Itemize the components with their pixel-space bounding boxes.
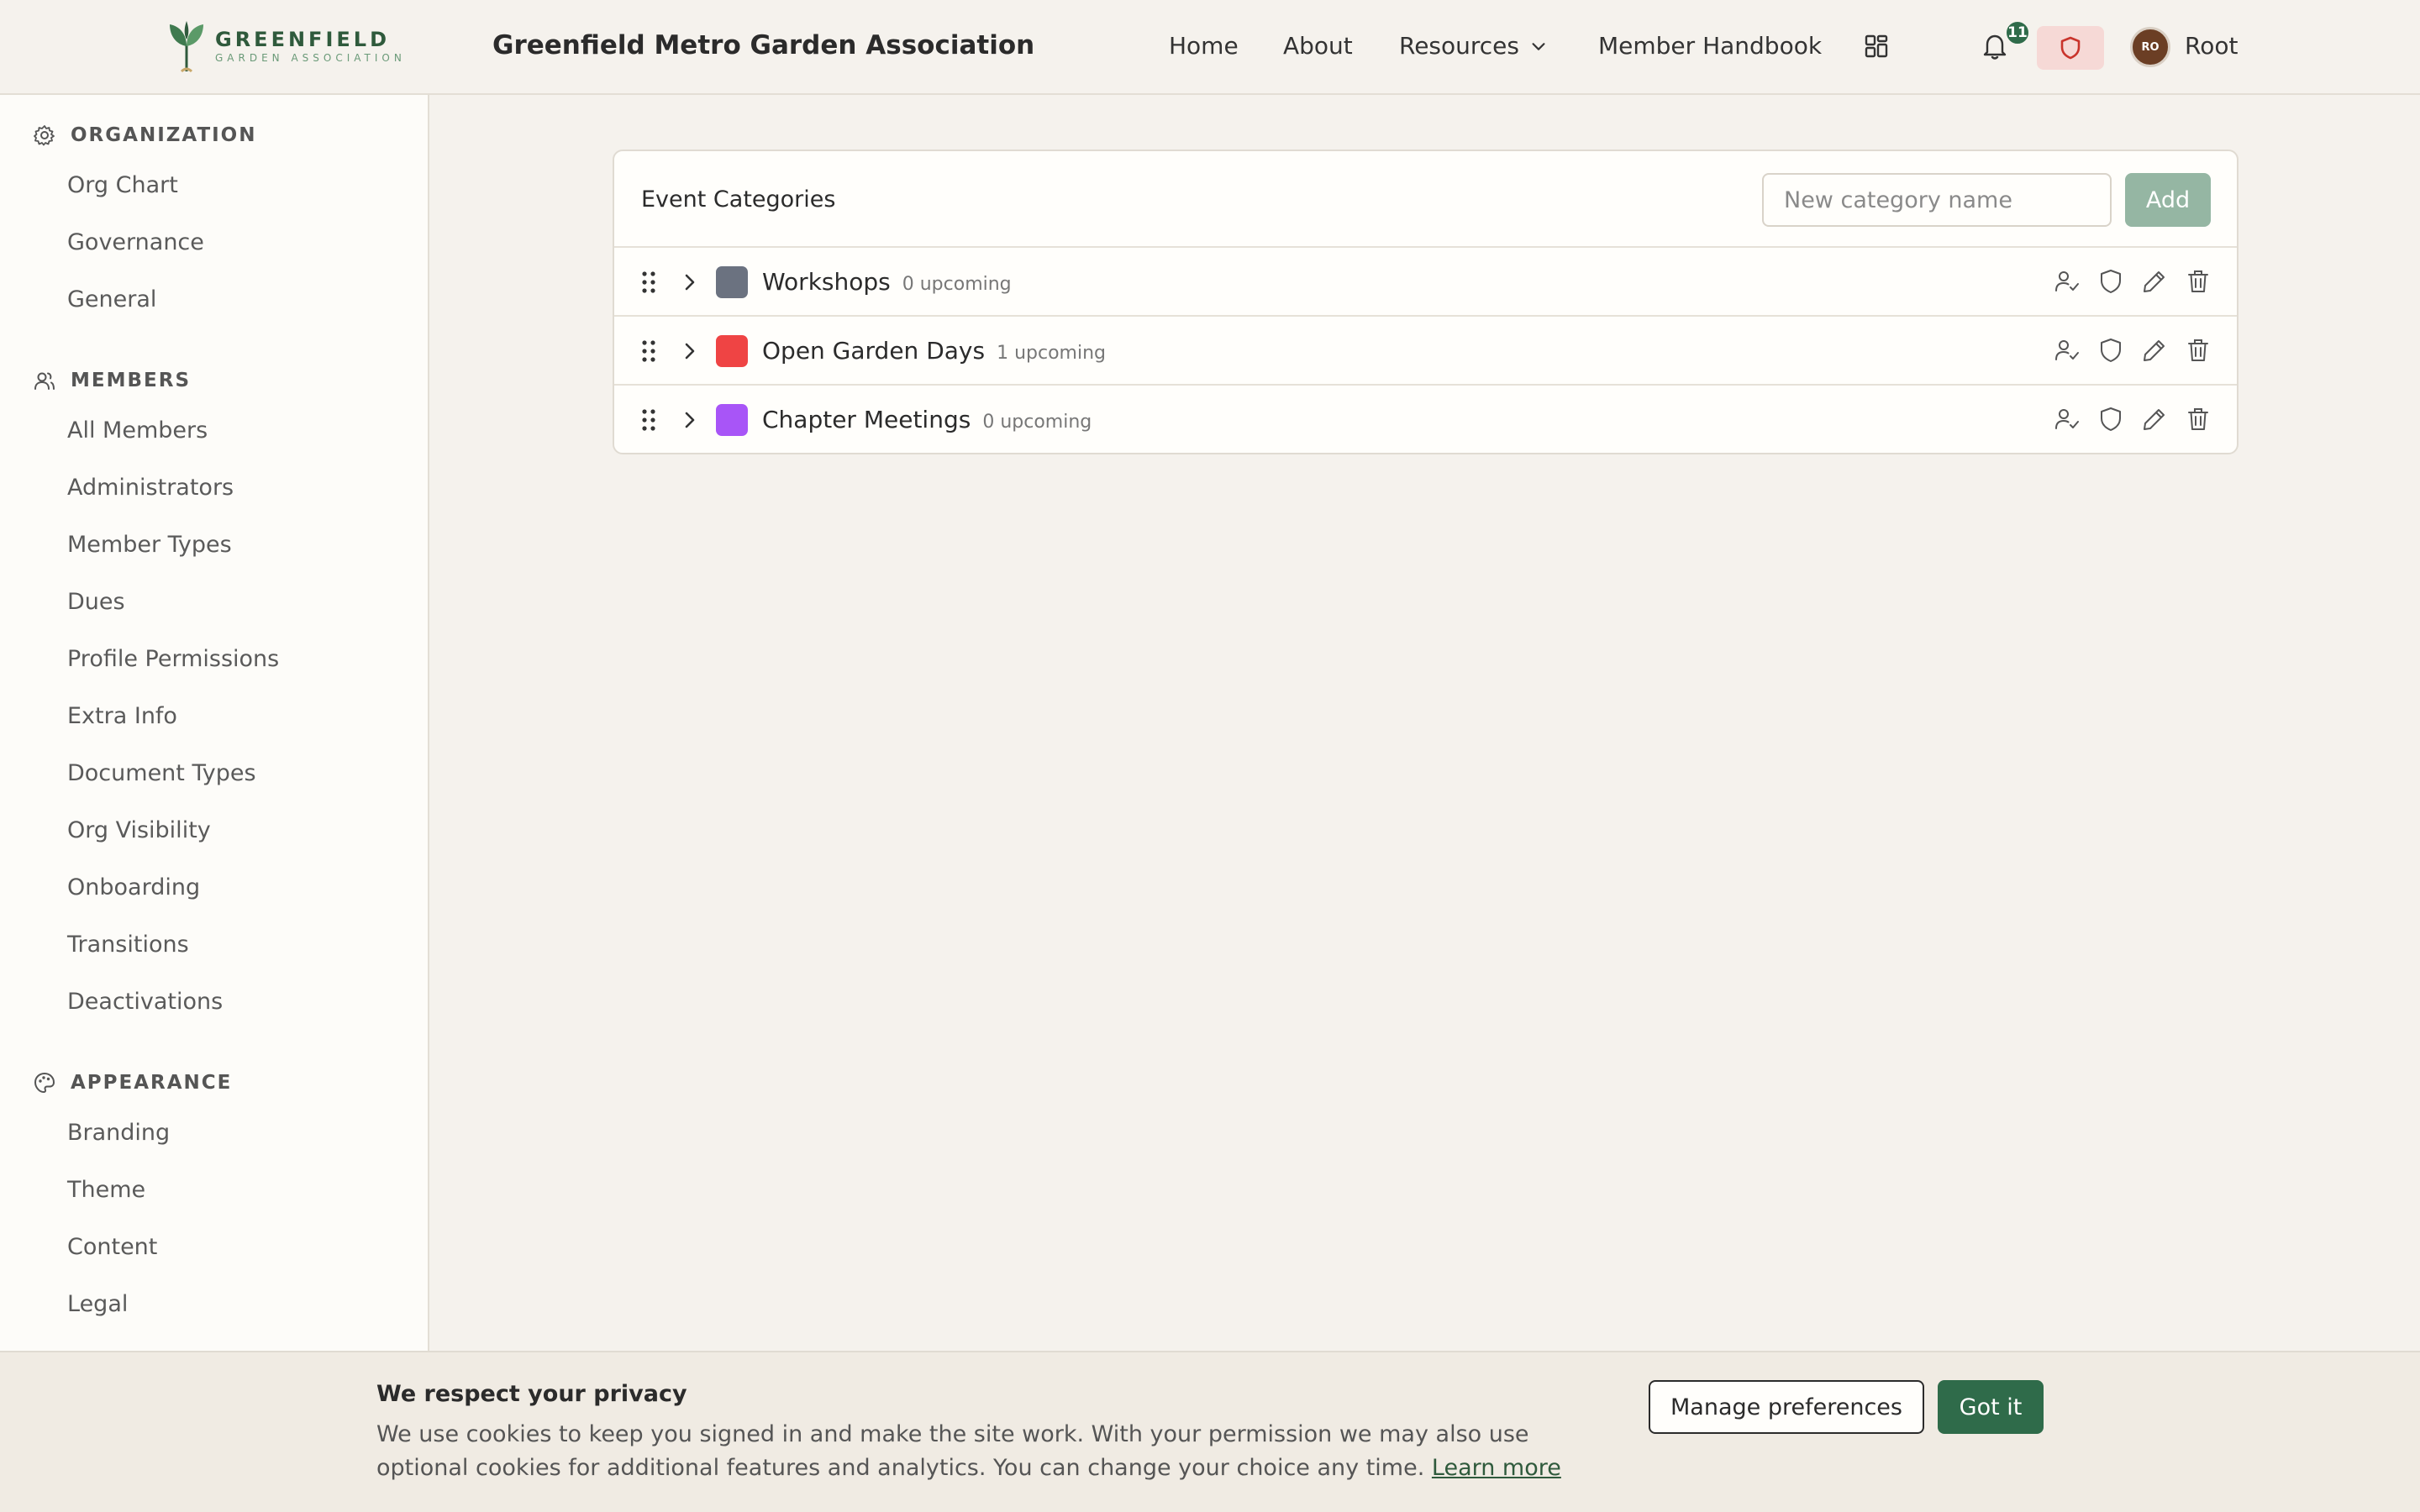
sidebar-item-org-chart[interactable]: Org Chart xyxy=(67,172,178,198)
user-check-icon[interactable] xyxy=(2054,337,2081,364)
sidebar-section-label: APPEARANCE xyxy=(71,1072,233,1094)
category-upcoming-count: 0 upcoming xyxy=(982,412,1092,433)
shield-icon[interactable] xyxy=(2097,406,2124,433)
admin-shield-button[interactable] xyxy=(2037,26,2104,70)
shield-icon xyxy=(2060,36,2081,60)
category-color-swatch[interactable] xyxy=(716,335,748,367)
sidebar-item-governance[interactable]: Governance xyxy=(67,229,204,255)
nav-about[interactable]: About xyxy=(1283,32,1353,60)
sidebar-item-member-types[interactable]: Member Types xyxy=(67,532,232,558)
drag-handle-icon[interactable] xyxy=(639,270,658,295)
category-name-text: Workshops xyxy=(762,268,891,296)
category-row: Workshops 0 upcoming xyxy=(614,248,2237,317)
sidebar-section-label: MEMBERS xyxy=(71,370,192,391)
chevron-right-icon[interactable] xyxy=(678,270,702,295)
sidebar-item-general[interactable]: General xyxy=(67,286,156,312)
sidebar-item-theme[interactable]: Theme xyxy=(67,1177,145,1203)
app-title: Greenfield Metro Garden Association xyxy=(492,30,1035,60)
top-header: GREENFIELD GARDEN ASSOCIATION Greenfield… xyxy=(0,0,2420,95)
sidebar: ORGANIZATION Org Chart Governance Genera… xyxy=(0,95,429,1351)
pencil-icon[interactable] xyxy=(2141,337,2168,364)
category-color-swatch[interactable] xyxy=(716,266,748,298)
logo-wordmark: GREENFIELD xyxy=(215,28,390,51)
accept-cookies-button[interactable]: Got it xyxy=(1938,1380,2044,1434)
sidebar-item-onboarding[interactable]: Onboarding xyxy=(67,874,200,900)
nav-member-handbook[interactable]: Member Handbook xyxy=(1598,32,1822,60)
learn-more-link[interactable]: Learn more xyxy=(1432,1455,1561,1481)
user-check-icon[interactable] xyxy=(2054,268,2081,295)
sidebar-section-members: MEMBERS xyxy=(34,370,191,391)
sidebar-item-extra-info[interactable]: Extra Info xyxy=(67,703,177,729)
category-row: Open Garden Days 1 upcoming xyxy=(614,317,2237,386)
apps-grid-icon[interactable] xyxy=(1864,34,1889,59)
category-row: Chapter Meetings 0 upcoming xyxy=(614,386,2237,453)
category-name: Chapter Meetings 0 upcoming xyxy=(762,406,1092,433)
sidebar-item-all-members[interactable]: All Members xyxy=(67,417,208,444)
category-name: Open Garden Days 1 upcoming xyxy=(762,337,1106,365)
category-upcoming-count: 0 upcoming xyxy=(902,274,1012,295)
sidebar-section-organization: ORGANIZATION xyxy=(34,124,257,146)
new-category-input[interactable] xyxy=(1762,173,2112,227)
users-icon xyxy=(34,372,55,390)
category-color-swatch[interactable] xyxy=(716,404,748,436)
sidebar-item-profile-permissions[interactable]: Profile Permissions xyxy=(67,646,279,672)
category-name: Workshops 0 upcoming xyxy=(762,268,1012,296)
category-name-text: Open Garden Days xyxy=(762,337,986,365)
add-category-button[interactable]: Add xyxy=(2125,173,2211,227)
avatar[interactable]: RO xyxy=(2130,27,2170,67)
nav-resources-label: Resources xyxy=(1399,32,1519,60)
chevron-right-icon[interactable] xyxy=(678,407,702,433)
sidebar-item-document-types[interactable]: Document Types xyxy=(67,760,256,786)
trash-icon[interactable] xyxy=(2185,406,2212,433)
pencil-icon[interactable] xyxy=(2141,406,2168,433)
nav-home[interactable]: Home xyxy=(1169,32,1239,60)
cookie-title: We respect your privacy xyxy=(376,1381,687,1407)
drag-handle-icon[interactable] xyxy=(639,339,658,364)
shield-icon[interactable] xyxy=(2097,268,2124,295)
sidebar-item-content[interactable]: Content xyxy=(67,1234,157,1260)
sidebar-item-legal[interactable]: Legal xyxy=(67,1291,128,1317)
category-actions xyxy=(2054,406,2212,433)
sidebar-item-dues[interactable]: Dues xyxy=(67,589,125,615)
chevron-right-icon[interactable] xyxy=(678,339,702,364)
manage-preferences-button[interactable]: Manage preferences xyxy=(1649,1380,1924,1434)
category-upcoming-count: 1 upcoming xyxy=(997,343,1106,364)
sidebar-item-deactivations[interactable]: Deactivations xyxy=(67,989,223,1015)
sidebar-item-administrators[interactable]: Administrators xyxy=(67,475,234,501)
category-actions xyxy=(2054,268,2212,295)
shield-icon[interactable] xyxy=(2097,337,2124,364)
sidebar-section-label: ORGANIZATION xyxy=(71,124,257,146)
sidebar-item-transitions[interactable]: Transitions xyxy=(67,932,189,958)
logo[interactable]: GREENFIELD GARDEN ASSOCIATION xyxy=(165,18,406,74)
card-title: Event Categories xyxy=(641,186,836,213)
cookie-body: We use cookies to keep you signed in and… xyxy=(376,1418,1603,1485)
bell-icon[interactable] xyxy=(1981,32,2008,60)
pencil-icon[interactable] xyxy=(2141,268,2168,295)
user-check-icon[interactable] xyxy=(2054,406,2081,433)
trash-icon[interactable] xyxy=(2185,268,2212,295)
chevron-down-icon xyxy=(1532,42,1545,50)
logo-tagline: GARDEN ASSOCIATION xyxy=(215,52,406,64)
gear-icon xyxy=(34,125,55,146)
category-name-text: Chapter Meetings xyxy=(762,406,971,433)
category-actions xyxy=(2054,337,2212,364)
notification-badge: 11 xyxy=(2005,20,2030,45)
trash-icon[interactable] xyxy=(2185,337,2212,364)
sidebar-item-branding[interactable]: Branding xyxy=(67,1120,170,1146)
event-categories-card: Event Categories Add Workshops 0 upcoming xyxy=(613,150,2238,454)
card-header: Event Categories Add xyxy=(614,151,2237,248)
seedling-logo-icon xyxy=(170,21,203,73)
sidebar-item-org-visibility[interactable]: Org Visibility xyxy=(67,817,211,843)
sidebar-section-appearance: APPEARANCE xyxy=(34,1072,232,1094)
nav-resources[interactable]: Resources xyxy=(1399,32,1548,60)
cookie-banner: We respect your privacy We use cookies t… xyxy=(0,1351,2420,1512)
drag-handle-icon[interactable] xyxy=(639,407,658,433)
palette-icon xyxy=(34,1073,55,1093)
cookie-body-text: We use cookies to keep you signed in and… xyxy=(376,1421,1529,1481)
user-name[interactable]: Root xyxy=(2185,32,2238,60)
